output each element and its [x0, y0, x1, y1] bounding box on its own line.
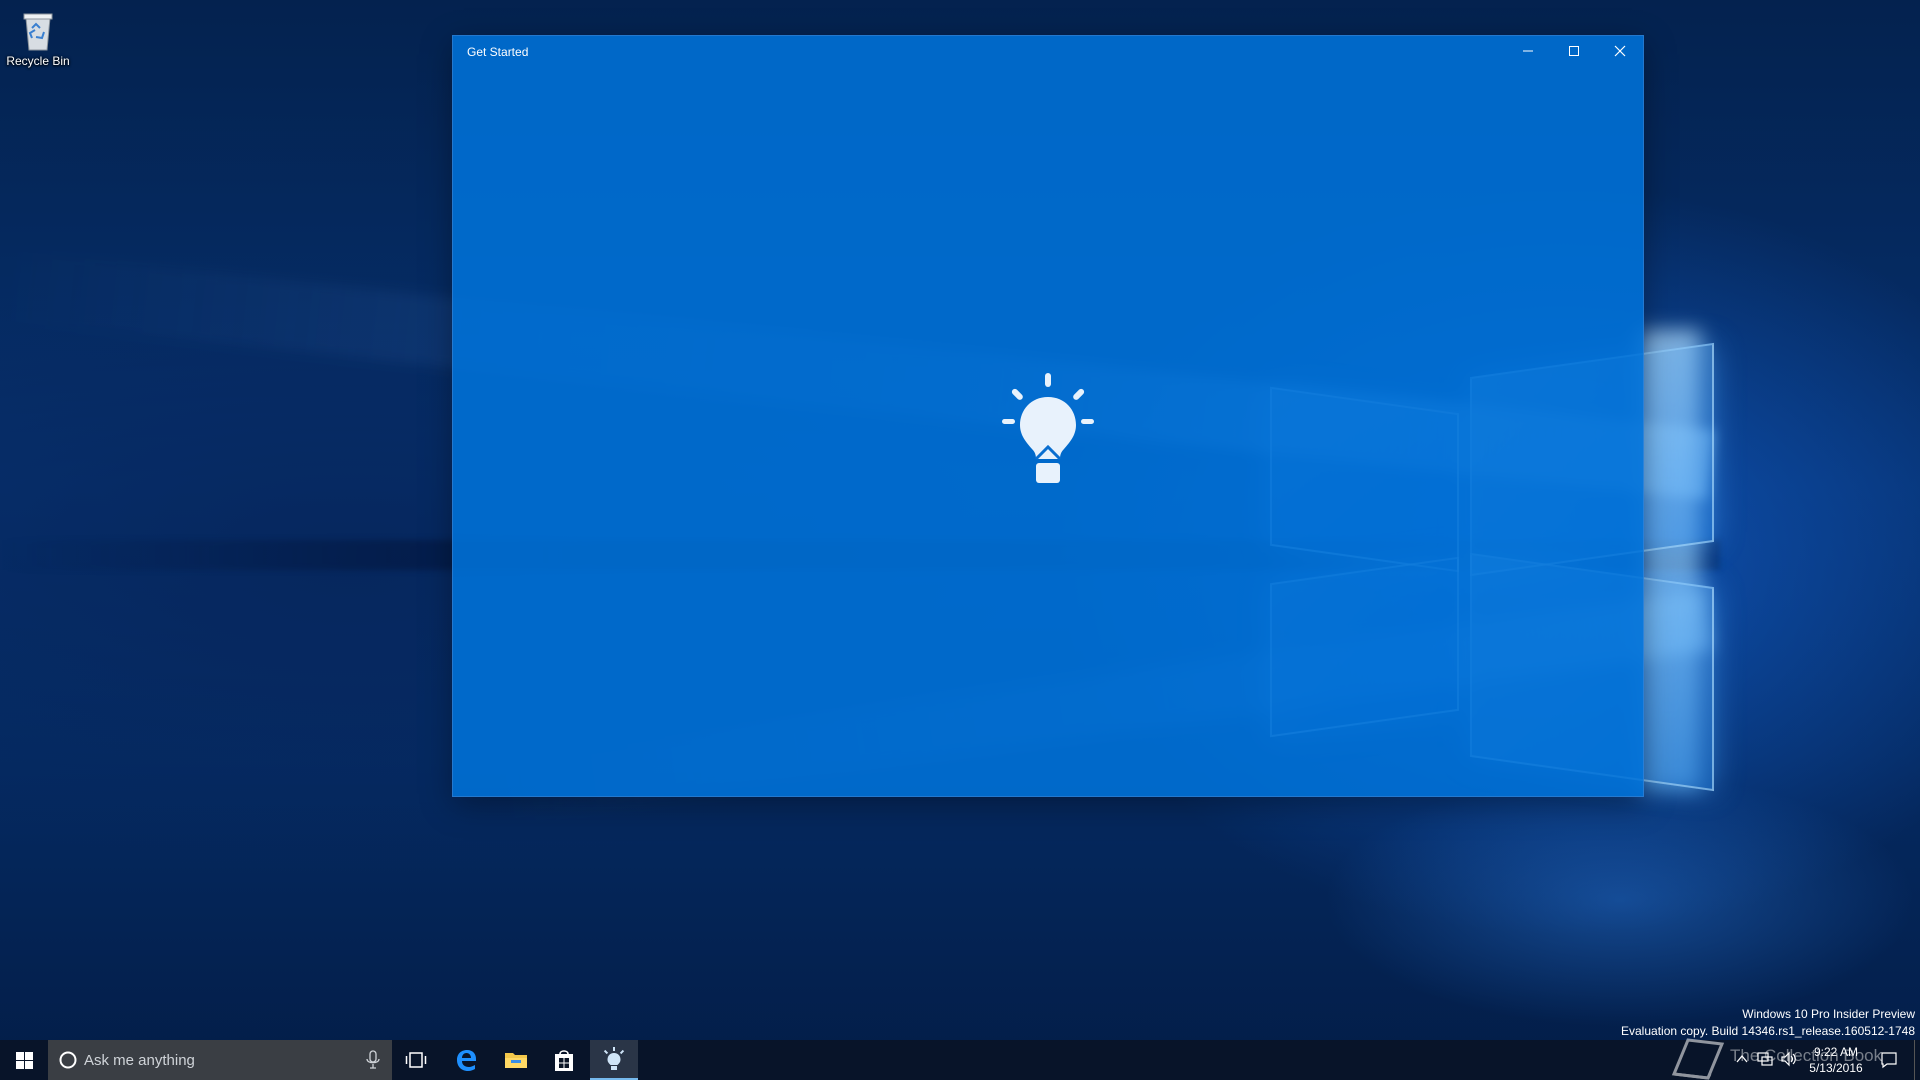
desktop: Recycle Bin Get Started Windows 10 Pro I… [0, 0, 1920, 1080]
search-placeholder: Ask me anything [84, 1052, 195, 1069]
file-explorer-icon [505, 1053, 527, 1068]
windows-start-icon [15, 1051, 33, 1069]
clock-time: 9:22 AM [1813, 1045, 1859, 1059]
clock-date: 5/13/2016 [1809, 1061, 1863, 1075]
store-icon [555, 1050, 573, 1071]
cortana-search-box[interactable]: Ask me anything [48, 1040, 392, 1080]
maximize-button[interactable] [1551, 36, 1597, 66]
recycle-bin-label: Recycle Bin [6, 54, 70, 68]
microphone-icon[interactable] [364, 1050, 382, 1070]
get-started-icon [603, 1047, 625, 1070]
network-icon[interactable] [1756, 1051, 1774, 1067]
action-center-icon[interactable] [1880, 1051, 1898, 1069]
volume-icon[interactable] [1780, 1051, 1798, 1067]
start-button[interactable] [0, 1040, 48, 1080]
get-started-taskbar-button[interactable] [590, 1040, 638, 1080]
chevron-up-icon[interactable] [1734, 1051, 1750, 1067]
book-watermark-icon [1671, 1038, 1725, 1080]
task-view-button[interactable] [392, 1040, 440, 1080]
recycle-bin-icon [23, 13, 53, 51]
task-view-icon [405, 1052, 427, 1068]
close-button[interactable] [1597, 36, 1643, 66]
show-desktop-button[interactable] [1914, 1040, 1920, 1080]
cortana-icon [59, 1051, 77, 1069]
close-icon [1614, 45, 1626, 57]
edge-icon [457, 1050, 476, 1071]
minimize-icon [1523, 50, 1533, 52]
get-started-window[interactable]: Get Started [453, 36, 1643, 796]
store-button[interactable] [540, 1040, 588, 1080]
window-title: Get Started [467, 45, 529, 59]
taskbar: Ask me anything The Collection Book 9:22… [0, 1038, 1920, 1080]
maximize-icon [1569, 46, 1579, 56]
clock[interactable]: 9:22 AM 5/13/2016 [1806, 1044, 1866, 1076]
title-bar[interactable]: Get Started [453, 36, 1643, 66]
lightbulb-icon [1002, 373, 1094, 483]
minimize-button[interactable] [1505, 36, 1551, 66]
edge-button[interactable] [442, 1040, 490, 1080]
file-explorer-button[interactable] [492, 1040, 540, 1080]
desktop-icon-recycle-bin[interactable]: Recycle Bin [4, 8, 72, 78]
edition-text: Windows 10 Pro Insider Preview [1742, 1007, 1915, 1021]
